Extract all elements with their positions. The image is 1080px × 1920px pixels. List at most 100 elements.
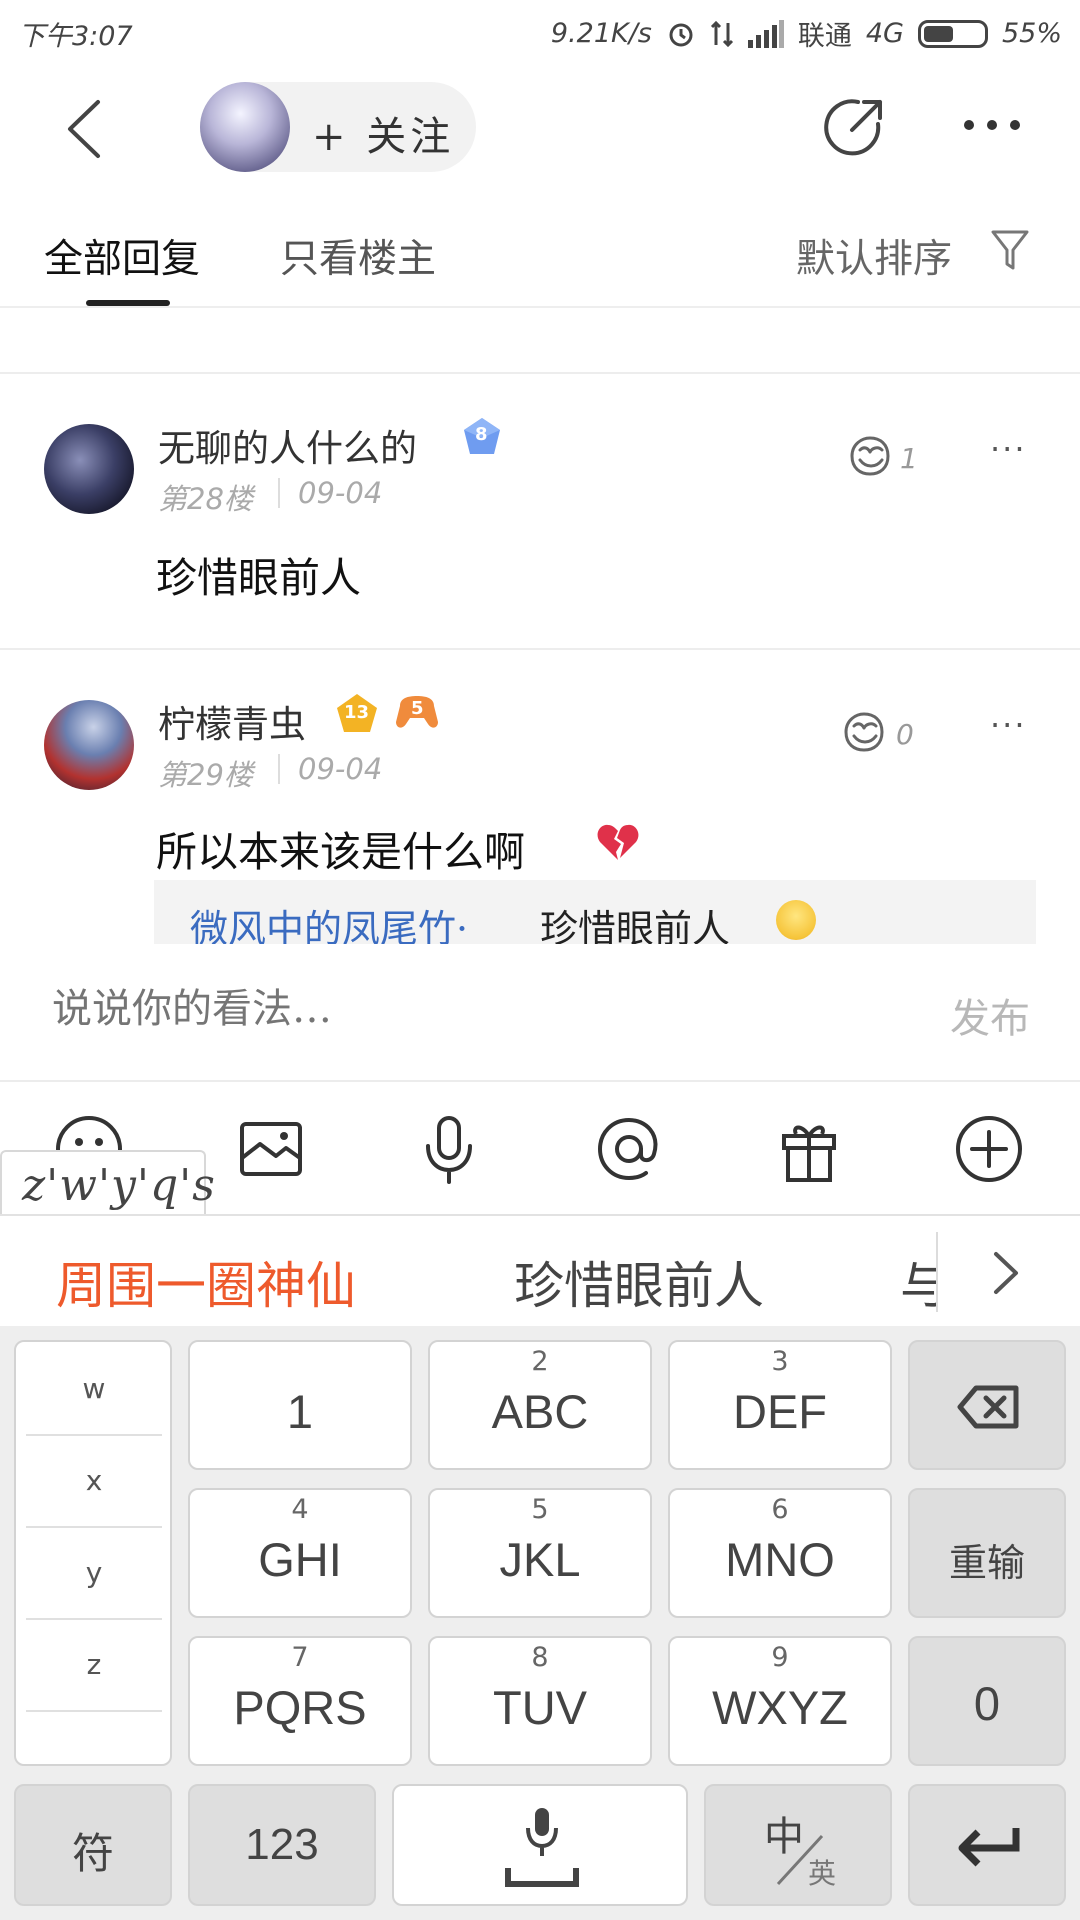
like-count: 0: [896, 718, 914, 751]
publish-button[interactable]: 发布: [950, 986, 1030, 1044]
gift-icon[interactable]: [774, 1114, 844, 1184]
key-label: DEF: [733, 1385, 827, 1438]
more-options-icon[interactable]: [962, 118, 1022, 132]
key-label: 0: [973, 1677, 1001, 1730]
reply-composer: 发布: [0, 946, 1080, 1082]
sub-reply-box[interactable]: 微风中的凤尾竹· 珍惜眼前人: [154, 880, 1036, 944]
numeric-key[interactable]: 123: [188, 1784, 376, 1906]
status-right: 9.21K/s 联通 4G 55%: [551, 14, 1062, 53]
carrier-name: 联通: [797, 21, 852, 52]
tab-owner-only[interactable]: 只看楼主: [280, 228, 436, 284]
key-9[interactable]: 9 WXYZ: [668, 1636, 892, 1766]
backspace-key[interactable]: [908, 1340, 1066, 1470]
key-label: JKL: [499, 1533, 581, 1586]
alarm-icon: [669, 23, 693, 46]
key-number: 3: [771, 1346, 789, 1377]
key-number: 7: [291, 1642, 309, 1673]
tab-all-replies[interactable]: 全部回复: [44, 228, 200, 284]
post-more-button[interactable]: ···: [990, 706, 1027, 744]
filter-icon[interactable]: [990, 228, 1030, 272]
key-number: 8: [531, 1642, 549, 1673]
letter-column: w x y z: [14, 1340, 172, 1766]
letter-divider: [26, 1618, 162, 1620]
letter-option[interactable]: w: [26, 1372, 162, 1405]
thread-author-avatar[interactable]: [200, 82, 290, 172]
previous-post-remnant: [90, 306, 390, 314]
symbol-key[interactable]: 符: [14, 1784, 172, 1906]
level-number: 13: [344, 702, 370, 723]
candidate-item[interactable]: 与: [900, 1246, 936, 1318]
letter-option[interactable]: x: [26, 1464, 162, 1497]
game-badge-number: 5: [411, 698, 424, 719]
letter-option[interactable]: y: [26, 1556, 162, 1589]
key-label: 符: [71, 1830, 114, 1877]
username[interactable]: 柠檬青虫: [158, 694, 306, 748]
microphone-icon[interactable]: [414, 1114, 484, 1184]
post-more-button[interactable]: ···: [990, 430, 1027, 468]
key-5[interactable]: 5 JKL: [428, 1488, 652, 1618]
top-bar: + 关注: [0, 62, 1080, 192]
back-arrow-icon[interactable]: [62, 98, 106, 160]
space-key[interactable]: [392, 1784, 688, 1906]
key-number: 9: [771, 1642, 789, 1673]
enter-key[interactable]: [908, 1784, 1066, 1906]
like-icon[interactable]: [846, 434, 894, 478]
key-number: 2: [531, 1346, 549, 1377]
key-label: GHI: [258, 1533, 342, 1586]
at-icon[interactable]: [594, 1114, 664, 1184]
user-avatar[interactable]: [44, 424, 134, 514]
reset-key[interactable]: 重输: [908, 1488, 1066, 1618]
letter-divider: [26, 1526, 162, 1528]
key-1[interactable]: 1: [188, 1340, 412, 1470]
data-transfer-icon: [710, 20, 733, 47]
broken-heart-icon: [597, 824, 639, 860]
sort-dropdown[interactable]: 默认排序: [796, 228, 952, 284]
reply-input[interactable]: [52, 986, 852, 1032]
smiley-emoji-icon: [776, 900, 816, 940]
key-8[interactable]: 8 TUV: [428, 1636, 652, 1766]
backspace-icon: [957, 1385, 1019, 1429]
battery-icon: [917, 19, 988, 48]
meta-separator: [278, 754, 280, 784]
username[interactable]: 无聊的人什么的: [158, 418, 417, 472]
letter-divider: [26, 1434, 162, 1436]
chevron-right-icon[interactable]: [990, 1250, 1020, 1296]
sub-reply-author[interactable]: 微风中的凤尾竹·: [190, 898, 468, 944]
network-speed: 9.21K/s: [550, 18, 652, 49]
share-icon[interactable]: [822, 94, 888, 160]
key-3[interactable]: 3 DEF: [668, 1340, 892, 1470]
key-0[interactable]: 0: [908, 1636, 1066, 1766]
candidate-divider: [936, 1232, 938, 1312]
language-switch-key[interactable]: 中 英: [704, 1784, 892, 1906]
like-icon[interactable]: [840, 710, 888, 754]
key-label: ABC: [491, 1385, 589, 1438]
post-divider: [0, 648, 1080, 650]
plus-icon[interactable]: [954, 1114, 1024, 1184]
like-count: 1: [900, 442, 918, 475]
pinyin-text: z'w'y'q's: [22, 1160, 216, 1211]
status-bar: 下午3:07 9.21K/s 联通 4G 55%: [0, 0, 1080, 62]
key-7[interactable]: 7 PQRS: [188, 1636, 412, 1766]
user-avatar[interactable]: [44, 700, 134, 790]
candidate-item[interactable]: 周围一圈神仙: [56, 1246, 356, 1318]
meta-separator: [278, 478, 280, 508]
sub-reply-text: 珍惜眼前人: [540, 907, 731, 944]
key-number: 5: [531, 1494, 549, 1525]
key-6[interactable]: 6 MNO: [668, 1488, 892, 1618]
post-date: 09-04: [298, 752, 383, 786]
key-2[interactable]: 2 ABC: [428, 1340, 652, 1470]
letter-option[interactable]: z: [26, 1648, 162, 1681]
signal-icon: [747, 19, 784, 48]
floor-number: 第29楼: [158, 758, 253, 792]
status-time: 下午3:07: [18, 21, 133, 52]
image-icon[interactable]: [236, 1114, 306, 1184]
key-4[interactable]: 4 GHI: [188, 1488, 412, 1618]
letter-divider: [26, 1710, 162, 1712]
t9-keyboard: w x y z 1 2 ABC 3 DEF 4 GHI 5 JKL 6 MNO …: [0, 1326, 1080, 1920]
key-label: TUV: [493, 1681, 587, 1734]
reply-tabs: 全部回复 只看楼主 默认排序: [0, 192, 1080, 308]
follow-button[interactable]: + 关注: [200, 82, 476, 172]
post-content: 所以本来该是什么啊: [156, 828, 525, 876]
candidate-item[interactable]: 珍惜眼前人: [514, 1246, 764, 1318]
battery-percent: 55%: [1001, 18, 1062, 49]
